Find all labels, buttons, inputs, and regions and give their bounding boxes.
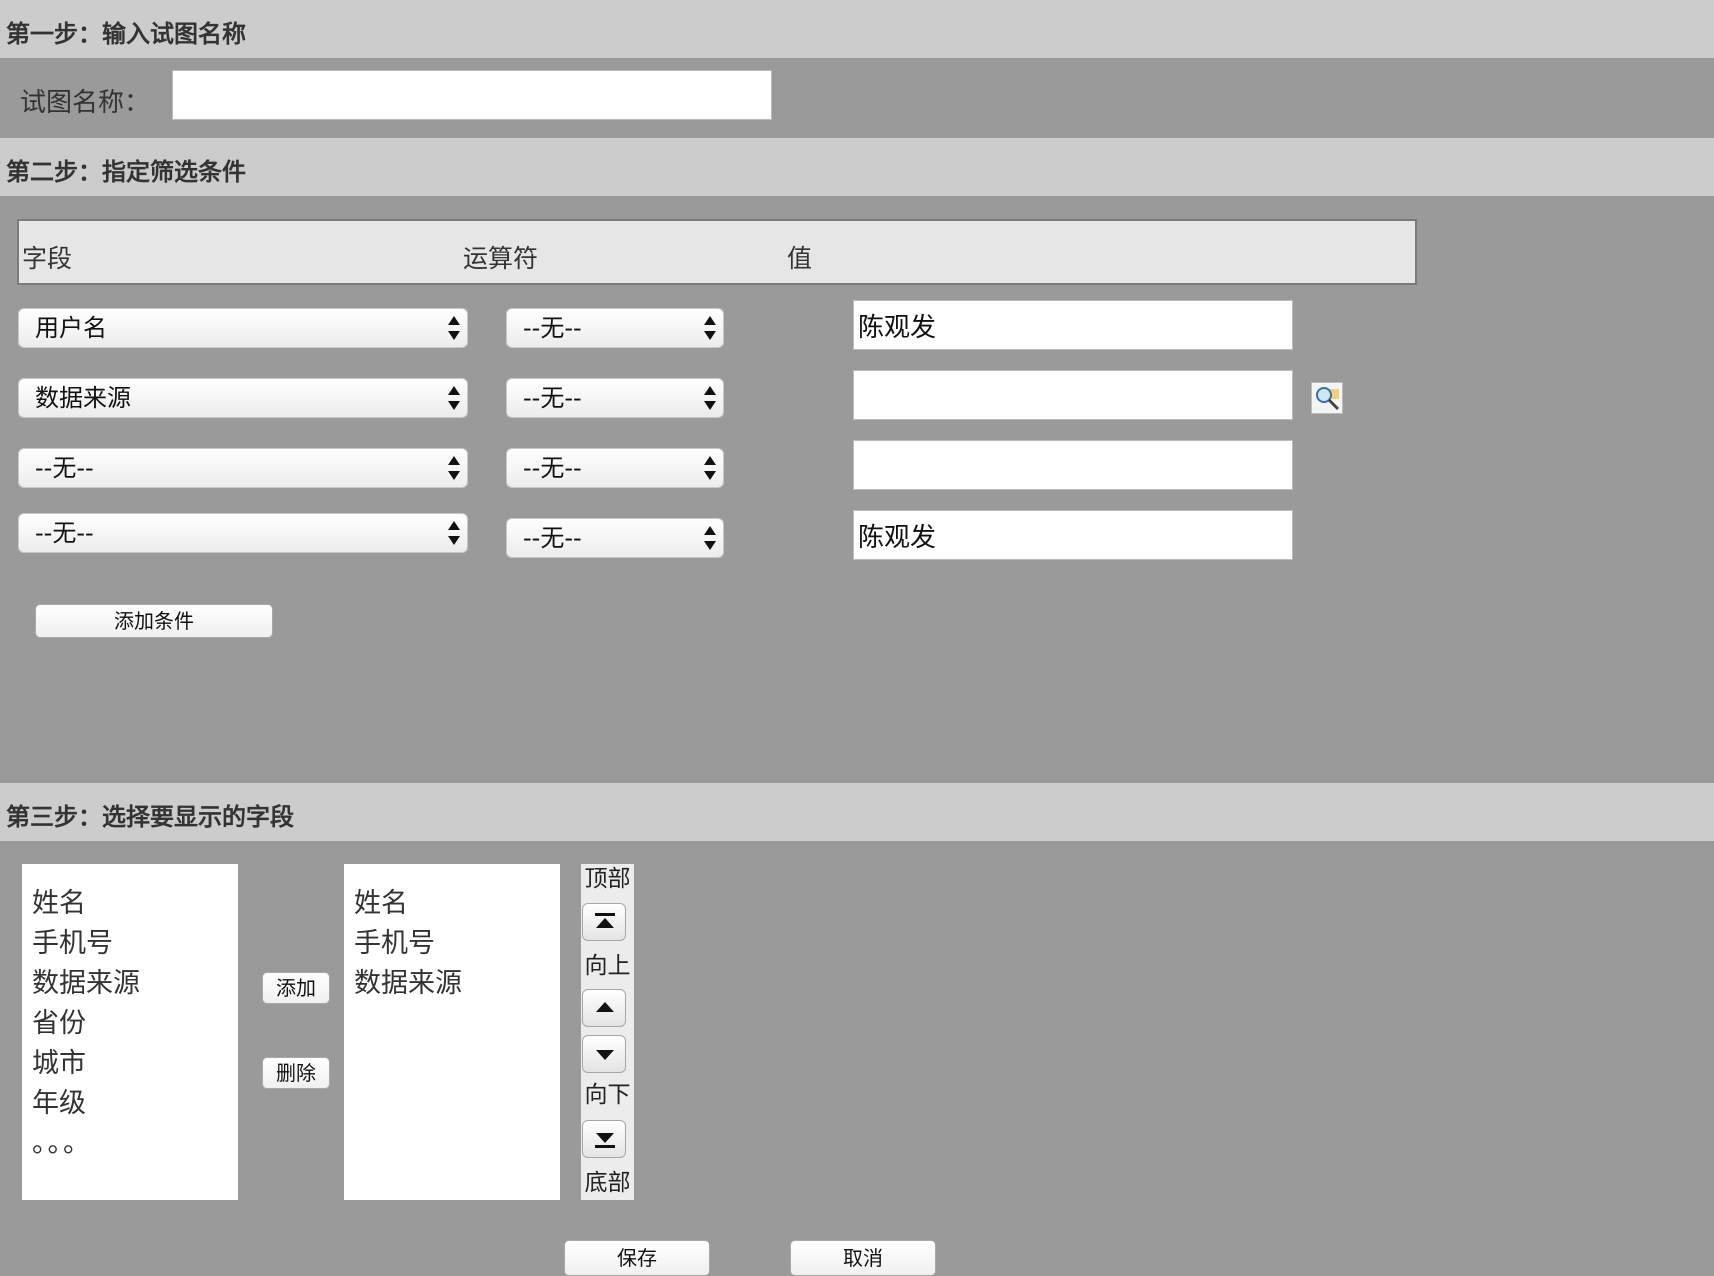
select-arrows-icon <box>704 316 716 340</box>
available-fields-list[interactable]: 姓名 手机号 数据来源 省份 城市 年级 。。。 <box>22 864 238 1200</box>
step1-header: 第一步：输入试图名称 <box>0 0 1714 58</box>
list-item[interactable]: 手机号 <box>354 924 550 964</box>
list-item[interactable]: 。。。 <box>32 1124 228 1164</box>
down-label: 向下 <box>581 1080 634 1110</box>
arrow-down-icon <box>596 1050 614 1060</box>
filter-field-select[interactable]: 用户名 <box>18 308 468 348</box>
save-button[interactable]: 保存 <box>564 1240 710 1276</box>
select-arrows-icon <box>448 386 460 410</box>
select-arrows-icon <box>704 386 716 410</box>
move-up-button[interactable] <box>582 989 626 1027</box>
column-value: 值 <box>787 244 813 273</box>
view-name-label: 试图名称： <box>20 88 151 118</box>
filter-value-input[interactable] <box>853 510 1293 560</box>
list-item[interactable]: 姓名 <box>354 884 550 924</box>
magnifier-icon <box>1316 387 1340 411</box>
filter-value-input[interactable] <box>853 300 1293 350</box>
filter-field-select[interactable]: --无-- <box>18 513 468 553</box>
remove-field-button[interactable]: 删除 <box>262 1057 330 1089</box>
filter-operator-select[interactable]: --无-- <box>506 518 724 558</box>
select-arrows-icon <box>448 521 460 545</box>
step3-title: 第三步：选择要显示的字段 <box>6 803 294 831</box>
select-arrows-icon <box>704 526 716 550</box>
move-down-button[interactable] <box>582 1035 626 1073</box>
step2-title: 第二步：指定筛选条件 <box>6 158 246 186</box>
move-top-icon <box>595 913 615 928</box>
filter-operator-select[interactable]: --无-- <box>506 378 724 418</box>
add-condition-button[interactable]: 添加条件 <box>35 604 273 638</box>
list-item[interactable]: 城市 <box>32 1044 228 1084</box>
top-label: 顶部 <box>581 864 634 894</box>
selected-fields-list[interactable]: 姓名 手机号 数据来源 <box>344 864 560 1200</box>
add-field-button[interactable]: 添加 <box>262 972 330 1004</box>
bottom-label: 底部 <box>581 1168 634 1198</box>
list-item[interactable]: 数据来源 <box>32 964 228 1004</box>
select-arrows-icon <box>448 456 460 480</box>
move-bottom-icon <box>595 1133 615 1148</box>
filter-value-input[interactable] <box>853 440 1293 490</box>
list-item[interactable]: 数据来源 <box>354 964 550 1004</box>
column-field: 字段 <box>22 244 73 273</box>
filter-field-select[interactable]: --无-- <box>18 448 468 488</box>
step1-title: 第一步：输入试图名称 <box>6 20 246 48</box>
select-arrows-icon <box>704 456 716 480</box>
view-name-input[interactable] <box>172 70 772 120</box>
move-top-button[interactable] <box>582 903 626 941</box>
up-label: 向上 <box>581 951 634 981</box>
list-item[interactable]: 省份 <box>32 1004 228 1044</box>
column-operator: 运算符 <box>463 244 539 273</box>
filter-operator-select[interactable]: --无-- <box>506 448 724 488</box>
list-item[interactable]: 姓名 <box>32 884 228 924</box>
filter-value-input[interactable] <box>853 370 1293 420</box>
lookup-search-button[interactable] <box>1311 382 1343 414</box>
filter-field-select[interactable]: 数据来源 <box>18 378 468 418</box>
step2-header: 第二步：指定筛选条件 <box>0 138 1714 196</box>
select-arrows-icon <box>448 316 460 340</box>
arrow-up-icon <box>596 1002 614 1012</box>
step3-header: 第三步：选择要显示的字段 <box>0 783 1714 841</box>
cancel-button[interactable]: 取消 <box>790 1240 936 1276</box>
list-item[interactable]: 手机号 <box>32 924 228 964</box>
filter-table-header: 字段 运算符 值 <box>17 219 1417 285</box>
list-item[interactable]: 年级 <box>32 1084 228 1124</box>
move-bottom-button[interactable] <box>582 1120 626 1158</box>
filter-operator-select[interactable]: --无-- <box>506 308 724 348</box>
